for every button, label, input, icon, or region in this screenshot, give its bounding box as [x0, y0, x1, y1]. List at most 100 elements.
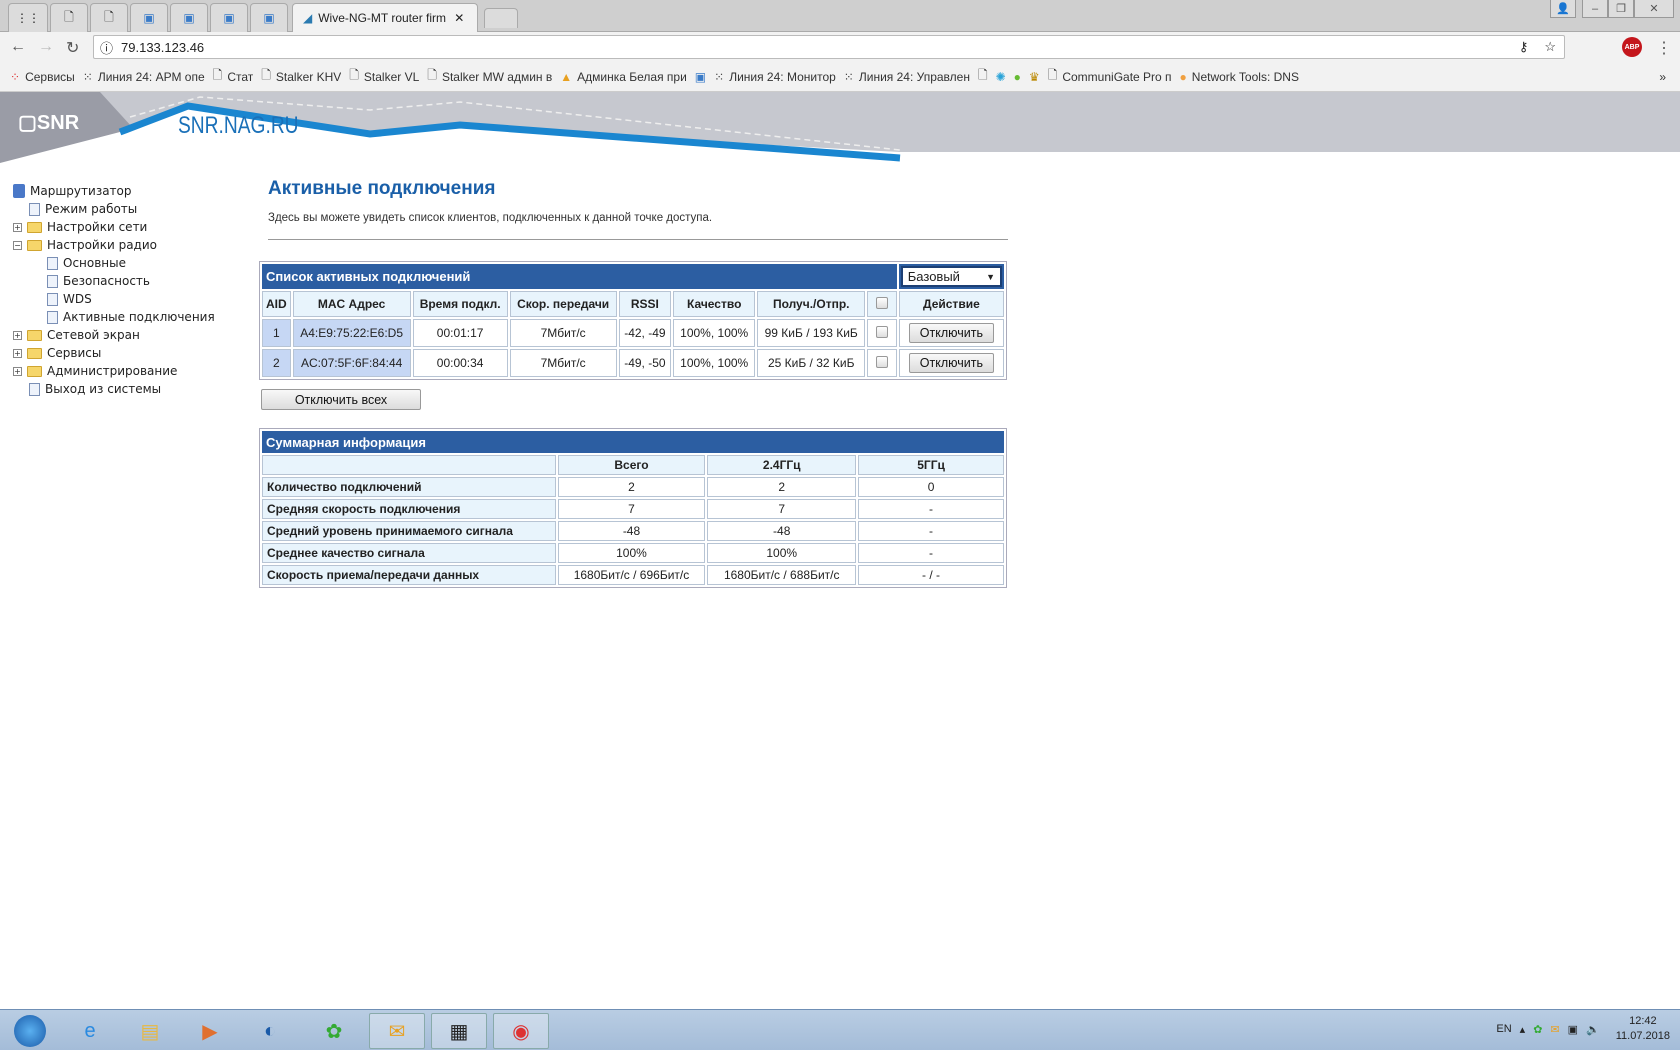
tab-active[interactable]: ◢ Wive-NG-MT router firm ✕: [292, 3, 478, 32]
bookmark[interactable]: ✺: [996, 70, 1006, 84]
expand-icon[interactable]: +: [13, 222, 22, 232]
collapse-icon[interactable]: −: [13, 240, 22, 250]
more-bookmarks-icon[interactable]: »: [1659, 70, 1666, 84]
bookmark[interactable]: ⁙ Линия 24: Монитор: [714, 70, 836, 84]
expand-icon[interactable]: +: [13, 366, 22, 376]
language-indicator[interactable]: EN: [1496, 1023, 1511, 1035]
row-checkbox[interactable]: [875, 355, 888, 368]
grid-icon: ⁙: [843, 69, 854, 84]
bookmark[interactable]: 🗋 Стат: [213, 66, 254, 87]
tree-item-basic[interactable]: Основные: [13, 254, 215, 272]
reload-icon[interactable]: ↻: [66, 38, 79, 58]
icq-icon[interactable]: ✿: [306, 1013, 362, 1049]
tree-root[interactable]: Маршрутизатор: [13, 182, 215, 200]
tab-page[interactable]: ▣: [170, 3, 208, 32]
summary-row: Количество подключений 2 2 0: [262, 477, 1004, 497]
network-icon[interactable]: ▣: [1568, 1023, 1578, 1036]
back-icon[interactable]: ←: [10, 38, 26, 56]
chrome-icon[interactable]: ◉: [493, 1013, 549, 1049]
tree-item-admin[interactable]: + Администрирование: [13, 362, 215, 380]
disconnect-button[interactable]: Отключить: [908, 353, 994, 373]
tree-item-security[interactable]: Безопасность: [13, 272, 215, 290]
expand-icon[interactable]: +: [13, 348, 22, 358]
forward-icon[interactable]: →: [38, 38, 54, 56]
profile-icon[interactable]: 👤: [1550, 0, 1576, 18]
info-icon: ⓘ: [100, 40, 114, 56]
bookmark[interactable]: ●: [1014, 70, 1021, 84]
tab-page[interactable]: ▣: [250, 3, 288, 32]
tree-item-network[interactable]: + Настройки сети: [13, 218, 215, 236]
explorer-icon[interactable]: ▤: [122, 1013, 178, 1049]
tab-page[interactable]: ▣: [130, 3, 168, 32]
cell-quality: 100%, 100%: [673, 349, 756, 377]
form-icon: ▣: [143, 11, 155, 25]
bookmark[interactable]: 🗋 Stalker VL: [349, 66, 419, 87]
tab-page[interactable]: 🗋: [90, 3, 128, 32]
tree-item-radio[interactable]: − Настройки радио: [13, 236, 215, 254]
menu-icon[interactable]: ⋮: [1656, 38, 1672, 58]
page-icon: 🗋: [64, 9, 74, 24]
bookmark[interactable]: ⁙ Линия 24: Управлен: [844, 70, 970, 84]
tree-item-wds[interactable]: WDS: [13, 290, 215, 308]
col-rate: Скор. передачи: [509, 291, 617, 317]
start-button[interactable]: [2, 1013, 58, 1049]
bookmark[interactable]: ● Network Tools: DNS: [1180, 70, 1299, 84]
network-app-icon[interactable]: ▦: [431, 1013, 487, 1049]
cell-rssi: -49, -50: [618, 349, 672, 377]
emblem-icon: ♛: [1028, 69, 1040, 84]
restore-button[interactable]: ❐: [1608, 0, 1634, 18]
expand-icon[interactable]: +: [13, 330, 22, 340]
tree-item-firewall[interactable]: + Сетевой экран: [13, 326, 215, 344]
snr-logo[interactable]: ▢SNR: [18, 110, 79, 135]
summary-table-title: Суммарная информация: [262, 431, 1004, 453]
bookmark[interactable]: 🗋: [978, 66, 988, 87]
clock[interactable]: 12:42 11.07.2018: [1616, 1014, 1670, 1044]
disconnect-all-button[interactable]: Отключить всех: [261, 389, 421, 410]
bookmark[interactable]: 🗋 CommuniGate Pro п: [1048, 66, 1172, 87]
media-player-icon[interactable]: ▶: [182, 1013, 238, 1049]
mode-select[interactable]: Базовый ▼: [900, 266, 1002, 287]
page-icon: 🗋: [104, 9, 114, 24]
outlook-icon[interactable]: ✉: [369, 1013, 425, 1049]
ie-icon[interactable]: e: [62, 1013, 118, 1049]
star-icon[interactable]: ☆: [1544, 39, 1556, 55]
url-input[interactable]: ⓘ 79.133.123.46 ⚷ ☆: [93, 35, 1565, 59]
tray-mail-icon[interactable]: ✉: [1550, 1023, 1559, 1036]
select-all-checkbox[interactable]: [875, 296, 888, 309]
tree-item-active-connections[interactable]: Активные подключения: [13, 308, 215, 326]
close-window-button[interactable]: ✕: [1634, 0, 1674, 18]
key-icon[interactable]: ⚷: [1519, 39, 1529, 55]
page-icon: 🗋: [1047, 68, 1058, 82]
col-24ghz: 2.4ГГц: [707, 455, 857, 475]
minimize-button[interactable]: –: [1582, 0, 1608, 18]
tray-app-icon[interactable]: ✿: [1533, 1023, 1542, 1036]
adblock-icon[interactable]: ABP: [1622, 37, 1642, 57]
new-tab-button[interactable]: [484, 8, 518, 28]
tab-page[interactable]: ▣: [210, 3, 248, 32]
bookmark[interactable]: 🗋 Stalker MW админ в: [427, 66, 552, 87]
disconnect-button[interactable]: Отключить: [908, 323, 994, 343]
tab-page[interactable]: 🗋: [50, 3, 88, 32]
bookmark[interactable]: 🗋 Stalker KHV: [261, 66, 341, 87]
show-hidden-icon[interactable]: ▴: [1520, 1023, 1526, 1036]
bookmark[interactable]: ▣: [695, 70, 706, 84]
bookmark[interactable]: ⁘ Сервисы: [10, 70, 75, 84]
app-blue-icon[interactable]: ◐: [242, 1013, 298, 1049]
tree-item-services[interactable]: + Сервисы: [13, 344, 215, 362]
tab-apps[interactable]: ⋮⋮: [8, 3, 48, 32]
bookmark[interactable]: ♛: [1029, 70, 1040, 84]
site-name[interactable]: SNR.NAG.RU: [178, 112, 299, 140]
volume-muted-icon[interactable]: 🔈: [1586, 1023, 1600, 1036]
network-tools-icon: ●: [1179, 69, 1187, 84]
url-text: 79.133.123.46: [121, 39, 205, 55]
tree-item-mode[interactable]: Режим работы: [13, 200, 215, 218]
row-checkbox[interactable]: [875, 325, 888, 338]
tree-item-logout[interactable]: Выход из системы: [13, 380, 215, 398]
folder-icon: [27, 365, 42, 377]
bookmark[interactable]: ⁙ Линия 24: АРМ опе: [83, 70, 205, 84]
bookmark[interactable]: ▲ Админка Белая при: [560, 70, 687, 84]
tab-title: Wive-NG-MT router firm: [318, 11, 447, 25]
apps-grid-icon: ⋮⋮: [16, 11, 40, 25]
close-tab-icon[interactable]: ✕: [454, 11, 464, 25]
taskbar: e ▤ ▶ ◐ ✿ ✉ ▦ ◉ EN ▴ ✿ ✉ ▣ 🔈 12:42 11.07.…: [0, 1009, 1680, 1050]
